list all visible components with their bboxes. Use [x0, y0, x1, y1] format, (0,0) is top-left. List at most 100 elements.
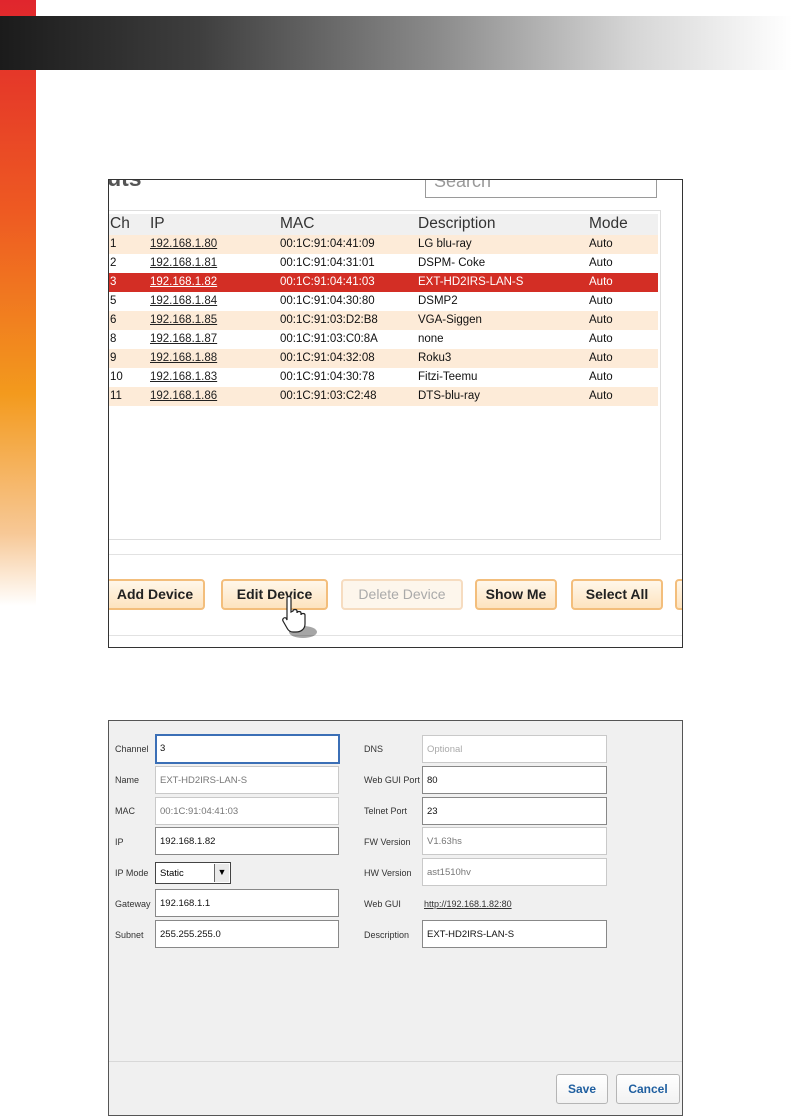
gateway-label: Gateway [115, 899, 151, 909]
ip-field[interactable]: 192.168.1.82 [155, 827, 339, 855]
table-row[interactable]: 5 192.168.1.84 00:1C:91:04:30:80 DSMP2 A… [109, 292, 658, 311]
ip-link[interactable]: 192.168.1.81 [150, 257, 217, 269]
mac-label: MAC [115, 806, 135, 816]
table-row[interactable]: 8 192.168.1.87 00:1C:91:03:C0:8A none Au… [109, 330, 658, 349]
devices-list-screenshot: nputs Search Ch IP MAC Description Mode … [108, 179, 683, 648]
column-header-ip[interactable]: IP [150, 215, 165, 233]
cell-mode: Auto [589, 257, 613, 269]
column-header-mac[interactable]: MAC [280, 215, 314, 233]
more-button-partial[interactable] [675, 579, 682, 610]
dns-field[interactable]: Optional [422, 735, 607, 763]
cell-mac: 00:1C:91:04:32:08 [280, 352, 375, 364]
description-label: Description [364, 930, 410, 940]
table-row[interactable]: 6 192.168.1.85 00:1C:91:03:D2:B8 VGA-Sig… [109, 311, 658, 330]
cell-description: Roku3 [418, 352, 452, 364]
cell-ip: 192.168.1.85 [150, 314, 217, 326]
column-header-ch[interactable]: Ch [110, 215, 130, 233]
table-row[interactable]: 10 192.168.1.83 00:1C:91:04:30:78 Fitzi-… [109, 368, 658, 387]
cell-ip: 192.168.1.81 [150, 257, 217, 269]
ip-label: IP [115, 837, 124, 847]
footer-divider [109, 1061, 682, 1062]
cancel-button[interactable]: Cancel [616, 1074, 680, 1104]
cell-mac: 00:1C:91:03:C2:48 [280, 390, 377, 402]
cell-description: LG blu-ray [418, 238, 472, 250]
ip-mode-value: Static [160, 868, 184, 879]
cell-mode: Auto [589, 238, 613, 250]
cell-description: Fitzi-Teemu [418, 371, 478, 383]
cell-ch: 5 [110, 295, 117, 307]
cell-mac: 00:1C:91:04:30:80 [280, 295, 375, 307]
show-me-button[interactable]: Show Me [475, 579, 557, 610]
delete-device-button[interactable]: Delete Device [341, 579, 463, 610]
ip-link[interactable]: 192.168.1.87 [150, 333, 217, 345]
select-all-button[interactable]: Select All [571, 579, 663, 610]
telnet-port-field[interactable]: 23 [422, 797, 607, 825]
web-gui-link[interactable]: http://192.168.1.82:80 [424, 899, 512, 909]
cell-mac: 00:1C:91:04:30:78 [280, 371, 375, 383]
column-header-mode[interactable]: Mode [589, 215, 628, 233]
hw-version-label: HW Version [364, 868, 412, 878]
cell-ch: 10 [110, 371, 123, 383]
cell-mode: Auto [589, 333, 613, 345]
telnet-port-label: Telnet Port [364, 806, 408, 816]
ip-link[interactable]: 192.168.1.80 [150, 238, 217, 250]
cell-mac: 00:1C:91:03:D2:B8 [280, 314, 378, 326]
dropdown-arrow-icon[interactable]: ▼ [214, 864, 229, 882]
hw-version-field[interactable]: ast1510hv [422, 858, 607, 886]
cell-ch: 6 [110, 314, 117, 326]
cell-description: EXT-HD2IRS-LAN-S [418, 276, 524, 288]
table-row[interactable]: 9 192.168.1.88 00:1C:91:04:32:08 Roku3 A… [109, 349, 658, 368]
device-table: Ch IP MAC Description Mode 1 192.168.1.8… [109, 214, 658, 406]
web-gui-label: Web GUI [364, 899, 401, 909]
ip-link[interactable]: 192.168.1.88 [150, 352, 217, 364]
search-input[interactable]: Search [425, 180, 657, 198]
cell-mac: 00:1C:91:04:31:01 [280, 257, 375, 269]
table-row[interactable]: 1 192.168.1.80 00:1C:91:04:41:09 LG blu-… [109, 235, 658, 254]
ip-link[interactable]: 192.168.1.84 [150, 295, 217, 307]
name-label: Name [115, 775, 140, 785]
cell-description: DSPM- Coke [418, 257, 486, 269]
cell-description: none [418, 333, 444, 345]
web-gui-port-label: Web GUI Port [364, 775, 420, 785]
page-side-gradient-bar [0, 0, 36, 606]
cell-ch: 8 [110, 333, 117, 345]
cell-ch: 2 [110, 257, 117, 269]
cell-ip: 192.168.1.84 [150, 295, 217, 307]
add-device-button[interactable]: Add Device [109, 579, 205, 610]
cell-description: VGA-Siggen [418, 314, 482, 326]
gateway-field[interactable]: 192.168.1.1 [155, 889, 339, 917]
column-header-description[interactable]: Description [418, 215, 496, 233]
cell-ip: 192.168.1.80 [150, 238, 217, 250]
ip-link[interactable]: 192.168.1.86 [150, 390, 217, 402]
table-row-selected[interactable]: 3 192.168.1.82 00:1C:91:04:41:03 EXT-HD2… [109, 273, 658, 292]
description-field[interactable]: EXT-HD2IRS-LAN-S [422, 920, 607, 948]
cell-ip: 192.168.1.87 [150, 333, 217, 345]
page-header-gradient-bar [0, 16, 792, 70]
name-field[interactable]: EXT-HD2IRS-LAN-S [155, 766, 339, 794]
ip-link[interactable]: 192.168.1.85 [150, 314, 217, 326]
cell-mac: 00:1C:91:03:C0:8A [280, 333, 378, 345]
fw-version-label: FW Version [364, 837, 411, 847]
cell-ip: 192.168.1.88 [150, 352, 217, 364]
ip-mode-select[interactable]: Static ▼ [155, 862, 231, 884]
channel-field[interactable]: 3 [155, 734, 340, 764]
web-gui-port-field[interactable]: 80 [422, 766, 607, 794]
table-row[interactable]: 2 192.168.1.81 00:1C:91:04:31:01 DSPM- C… [109, 254, 658, 273]
fw-version-field[interactable]: V1.63hs [422, 827, 607, 855]
cell-description: DTS-blu-ray [418, 390, 480, 402]
cell-mode: Auto [589, 371, 613, 383]
table-row[interactable]: 11 192.168.1.86 00:1C:91:03:C2:48 DTS-bl… [109, 387, 658, 406]
subnet-field[interactable]: 255.255.255.0 [155, 920, 339, 948]
save-button[interactable]: Save [556, 1074, 608, 1104]
mac-field[interactable]: 00:1C:91:04:41:03 [155, 797, 339, 825]
ip-link[interactable]: 192.168.1.82 [150, 276, 217, 288]
ip-link[interactable]: 192.168.1.83 [150, 371, 217, 383]
cell-ch: 11 [110, 390, 122, 402]
cell-ip: 192.168.1.86 [150, 390, 217, 402]
cell-ch: 1 [110, 238, 117, 250]
cell-description: DSMP2 [418, 295, 458, 307]
dns-label: DNS [364, 744, 384, 754]
subnet-label: Subnet [115, 930, 144, 940]
channel-label: Channel [115, 744, 149, 754]
cell-ip: 192.168.1.83 [150, 371, 217, 383]
